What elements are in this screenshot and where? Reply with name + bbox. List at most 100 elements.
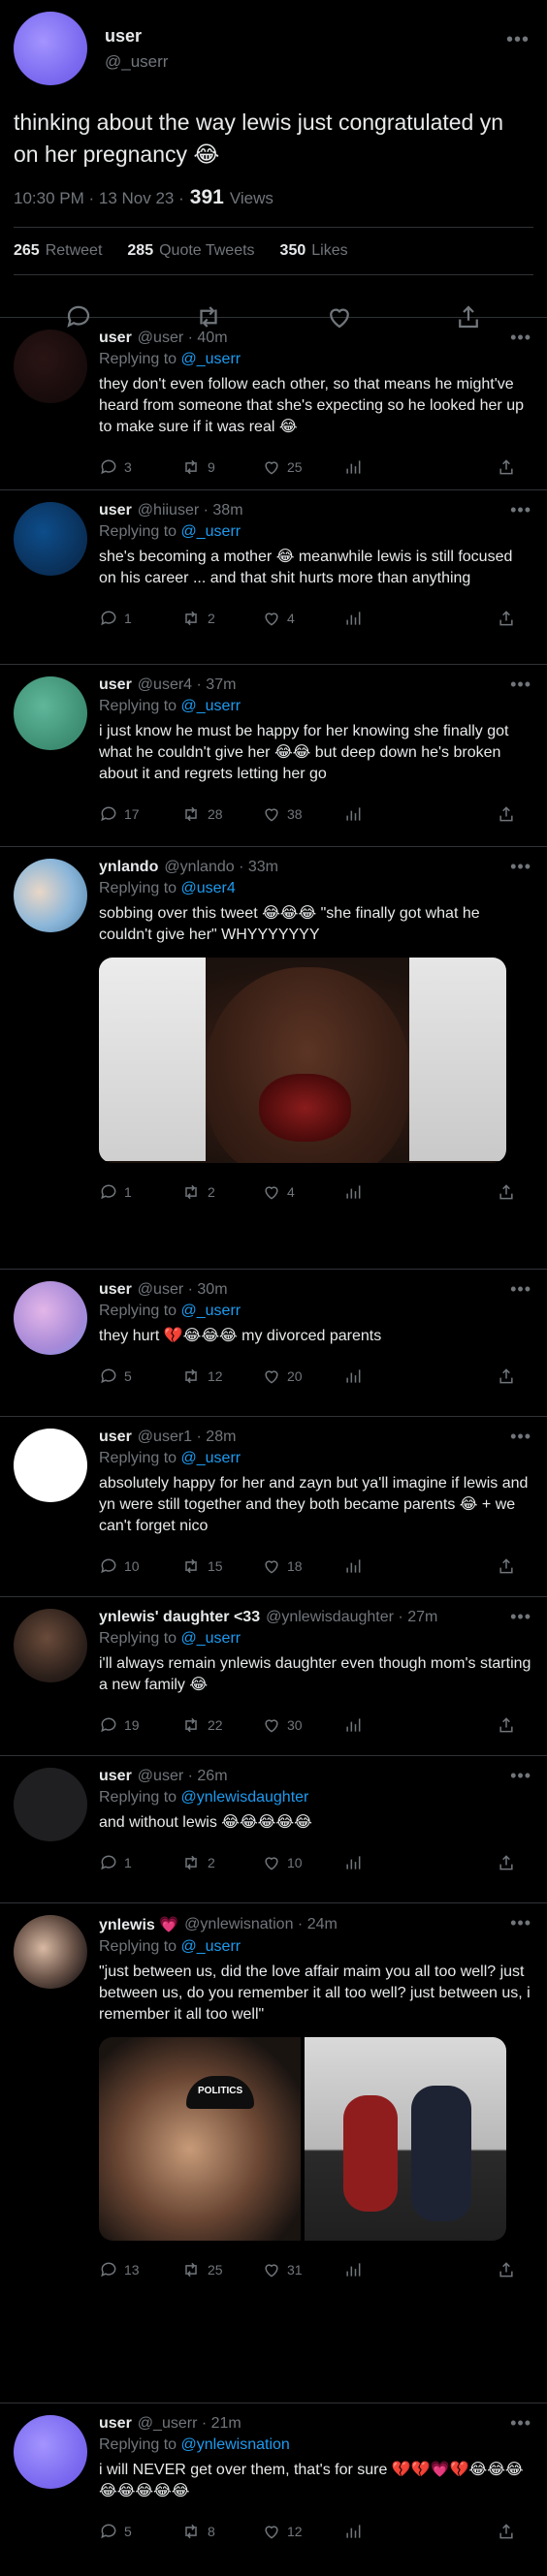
retweet-button[interactable]: 2: [180, 609, 262, 628]
reply-button[interactable]: 1: [99, 1182, 180, 1202]
reply-tweet[interactable]: ••• ynlewis' daughter <33 @ynlewisdaughte…: [0, 1597, 547, 1756]
replying-to-handle[interactable]: @_userr: [181, 1450, 241, 1466]
avatar[interactable]: [14, 502, 87, 576]
reply-media-image[interactable]: [305, 2037, 506, 2241]
author-handle[interactable]: @_userr: [105, 52, 168, 72]
avatar[interactable]: [14, 859, 87, 932]
more-options-icon[interactable]: •••: [510, 1427, 531, 1447]
retweet-button[interactable]: 15: [180, 1556, 262, 1576]
share-button[interactable]: [497, 1853, 522, 1872]
like-button[interactable]: 25: [262, 457, 343, 477]
reply-tweet[interactable]: ••• user @user · 26m Replying to @ynlewis…: [0, 1756, 547, 1903]
reply-timestamp[interactable]: · 26m: [188, 1768, 228, 1785]
retweet-button[interactable]: 2: [180, 1182, 262, 1202]
reply-timestamp[interactable]: · 30m: [188, 1281, 228, 1299]
share-button[interactable]: [497, 2260, 522, 2279]
avatar[interactable]: [14, 12, 87, 85]
like-button[interactable]: 30: [262, 1715, 343, 1735]
share-button[interactable]: [497, 1182, 522, 1202]
reply-timestamp[interactable]: · 24m: [298, 1916, 338, 1933]
author-handle[interactable]: @user: [138, 330, 183, 347]
reply-tweet[interactable]: ••• ynlewis 💗 @ynlewisnation · 24m Replyi…: [0, 1903, 547, 2403]
more-options-icon[interactable]: •••: [510, 857, 531, 877]
reply-tweet[interactable]: ••• user @user1 · 28m Replying to @_userr…: [0, 1417, 547, 1597]
author-name[interactable]: user: [99, 1768, 132, 1785]
avatar[interactable]: [14, 1429, 87, 1502]
share-button[interactable]: [497, 1715, 522, 1735]
retweet-button[interactable]: 9: [180, 457, 262, 477]
share-button[interactable]: [497, 2522, 522, 2541]
author-handle[interactable]: @ynlando: [164, 859, 234, 876]
analytics-button[interactable]: [343, 1715, 425, 1735]
author-name[interactable]: user: [99, 1281, 132, 1299]
quote-tweets-stat[interactable]: 285 Quote Tweets: [127, 242, 254, 260]
author-name[interactable]: ynlando: [99, 859, 158, 876]
share-button[interactable]: [497, 1367, 522, 1386]
replying-to-handle[interactable]: @_userr: [181, 1938, 241, 1955]
share-button[interactable]: [497, 804, 522, 824]
reply-timestamp[interactable]: · 40m: [188, 330, 228, 347]
reply-button[interactable]: 13: [99, 2260, 180, 2279]
reply-button[interactable]: 1: [99, 1853, 180, 1872]
like-button[interactable]: 38: [262, 804, 343, 824]
avatar[interactable]: [14, 1915, 87, 1989]
reply-tweet[interactable]: ••• user @hiiuser · 38m Replying to @_use…: [0, 490, 547, 665]
like-button[interactable]: 18: [262, 1556, 343, 1576]
author-handle[interactable]: @user4: [138, 676, 192, 694]
author-handle[interactable]: @user: [138, 1281, 183, 1299]
replying-to-handle[interactable]: @user4: [181, 880, 236, 896]
retweets-stat[interactable]: 265 Retweet: [14, 242, 102, 260]
reply-tweet[interactable]: ••• user @user · 30m Replying to @_userr …: [0, 1270, 547, 1417]
analytics-button[interactable]: [343, 609, 425, 628]
analytics-button[interactable]: [343, 457, 425, 477]
reply-button[interactable]: 5: [99, 1367, 180, 1386]
author-name[interactable]: user: [105, 26, 168, 47]
reply-button[interactable]: 19: [99, 1715, 180, 1735]
reply-tweet[interactable]: ••• ynlando @ynlando · 33m Replying to @u…: [0, 847, 547, 1270]
like-button[interactable]: 4: [262, 1182, 343, 1202]
replying-to-handle[interactable]: @_userr: [181, 523, 241, 540]
reply-media-image[interactable]: [99, 958, 506, 1163]
tweet-timestamp[interactable]: 10:30 PM · 13 Nov 23 ·: [14, 189, 184, 208]
avatar[interactable]: [14, 2415, 87, 2489]
avatar[interactable]: [14, 1768, 87, 1841]
like-button[interactable]: 4: [262, 609, 343, 628]
analytics-button[interactable]: [343, 804, 425, 824]
reply-tweet[interactable]: ••• user @user · 40m Replying to @_userr …: [0, 318, 547, 490]
replying-to-handle[interactable]: @_userr: [181, 1303, 241, 1319]
share-button[interactable]: [497, 457, 522, 477]
reply-timestamp[interactable]: · 37m: [197, 676, 237, 694]
reply-timestamp[interactable]: · 28m: [197, 1429, 237, 1446]
analytics-button[interactable]: [343, 1367, 425, 1386]
like-button[interactable]: 31: [262, 2260, 343, 2279]
reply-button[interactable]: 3: [99, 457, 180, 477]
likes-stat[interactable]: 350 Likes: [280, 242, 348, 260]
avatar[interactable]: [14, 676, 87, 750]
more-options-icon[interactable]: •••: [510, 1913, 531, 1933]
reply-timestamp[interactable]: · 27m: [398, 1609, 437, 1626]
author-name[interactable]: user: [99, 2415, 132, 2433]
author-handle[interactable]: @_userr: [138, 2415, 198, 2433]
replying-to-handle[interactable]: @ynlewisnation: [181, 2436, 290, 2453]
author-handle[interactable]: @ynlewisdaughter: [266, 1609, 394, 1626]
reply-tweet[interactable]: ••• user @user4 · 37m Replying to @_userr…: [0, 665, 547, 847]
more-options-icon[interactable]: •••: [510, 2413, 531, 2434]
like-button[interactable]: 10: [262, 1853, 343, 1872]
more-options-icon[interactable]: •••: [510, 1607, 531, 1627]
author-handle[interactable]: @user1: [138, 1429, 192, 1446]
author-name[interactable]: ynlewis 💗: [99, 1915, 178, 1934]
reply-timestamp[interactable]: · 33m: [239, 859, 278, 876]
share-button[interactable]: [497, 609, 522, 628]
retweet-button[interactable]: 25: [180, 2260, 262, 2279]
more-options-icon[interactable]: •••: [510, 1766, 531, 1786]
reply-button[interactable]: 1: [99, 609, 180, 628]
analytics-button[interactable]: [343, 2260, 425, 2279]
more-options-icon[interactable]: •••: [510, 1279, 531, 1300]
replying-to-handle[interactable]: @_userr: [181, 1630, 241, 1647]
author-name[interactable]: user: [99, 676, 132, 694]
retweet-button[interactable]: 8: [180, 2522, 262, 2541]
more-options-icon[interactable]: •••: [510, 500, 531, 520]
more-options-icon[interactable]: •••: [506, 29, 530, 51]
analytics-button[interactable]: [343, 1853, 425, 1872]
reply-media-image[interactable]: POLITICS: [99, 2037, 301, 2241]
